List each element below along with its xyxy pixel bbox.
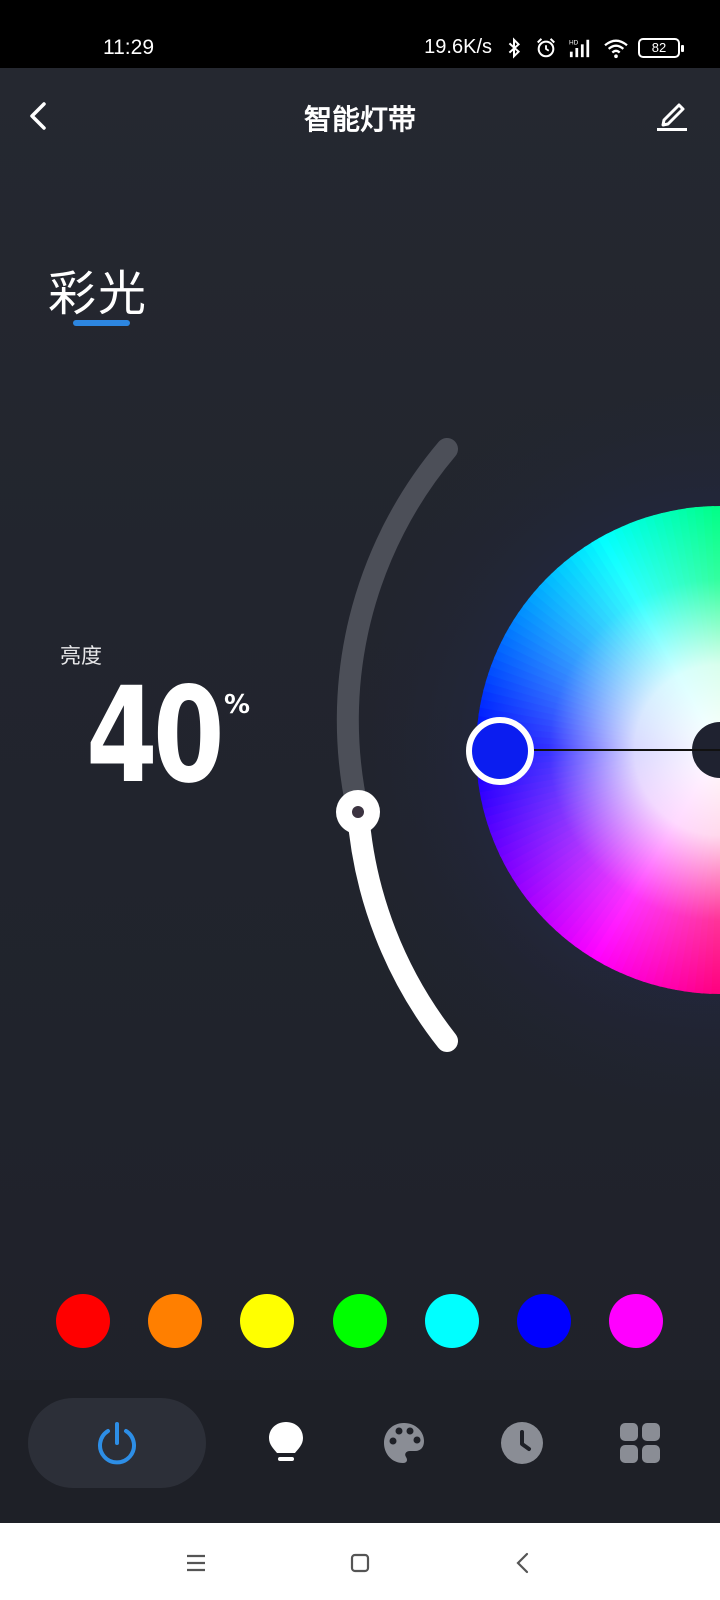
nav-light[interactable] [250, 1398, 322, 1488]
bottom-nav [0, 1380, 720, 1523]
svg-text:HD: HD [569, 39, 579, 46]
preset-color-red[interactable] [56, 1294, 110, 1348]
nav-schedule[interactable] [486, 1398, 558, 1488]
wifi-icon [604, 39, 628, 58]
app-screen: 智能灯带 彩光 亮度 40 % [0, 68, 720, 1523]
preset-colors [0, 1294, 720, 1354]
status-indicators: 19.6K/s HD 82 [424, 36, 684, 59]
back-nav-icon[interactable] [503, 1543, 543, 1583]
color-wheel-thumb[interactable] [466, 717, 534, 785]
nav-scene[interactable] [368, 1398, 440, 1488]
preset-color-blue[interactable] [517, 1294, 571, 1348]
nav-power[interactable] [28, 1398, 206, 1488]
brightness-thumb-dot [352, 806, 364, 818]
grid-icon [620, 1423, 660, 1463]
preset-color-yellow[interactable] [240, 1294, 294, 1348]
network-speed: 19.6K/s [424, 36, 492, 58]
status-bar: 11:29 19.6K/s HD 82 [0, 0, 720, 68]
preset-color-cyan[interactable] [425, 1294, 479, 1348]
power-icon [98, 1422, 136, 1465]
system-nav [0, 1523, 720, 1600]
battery-indicator: 82 [638, 37, 684, 58]
home-icon[interactable] [340, 1543, 380, 1583]
battery-level: 82 [651, 40, 667, 55]
preset-color-orange[interactable] [148, 1294, 202, 1348]
signal-icon: HD [569, 39, 590, 57]
bluetooth-icon [508, 36, 521, 59]
status-time: 11:29 [103, 36, 154, 59]
preset-color-green[interactable] [333, 1294, 387, 1348]
preset-color-magenta[interactable] [609, 1294, 663, 1348]
nav-more[interactable] [604, 1398, 676, 1488]
palette-icon [384, 1423, 424, 1463]
alarm-icon [537, 37, 555, 57]
bulb-icon [269, 1422, 303, 1461]
clock-icon [501, 1422, 543, 1464]
menu-icon[interactable] [176, 1543, 216, 1583]
